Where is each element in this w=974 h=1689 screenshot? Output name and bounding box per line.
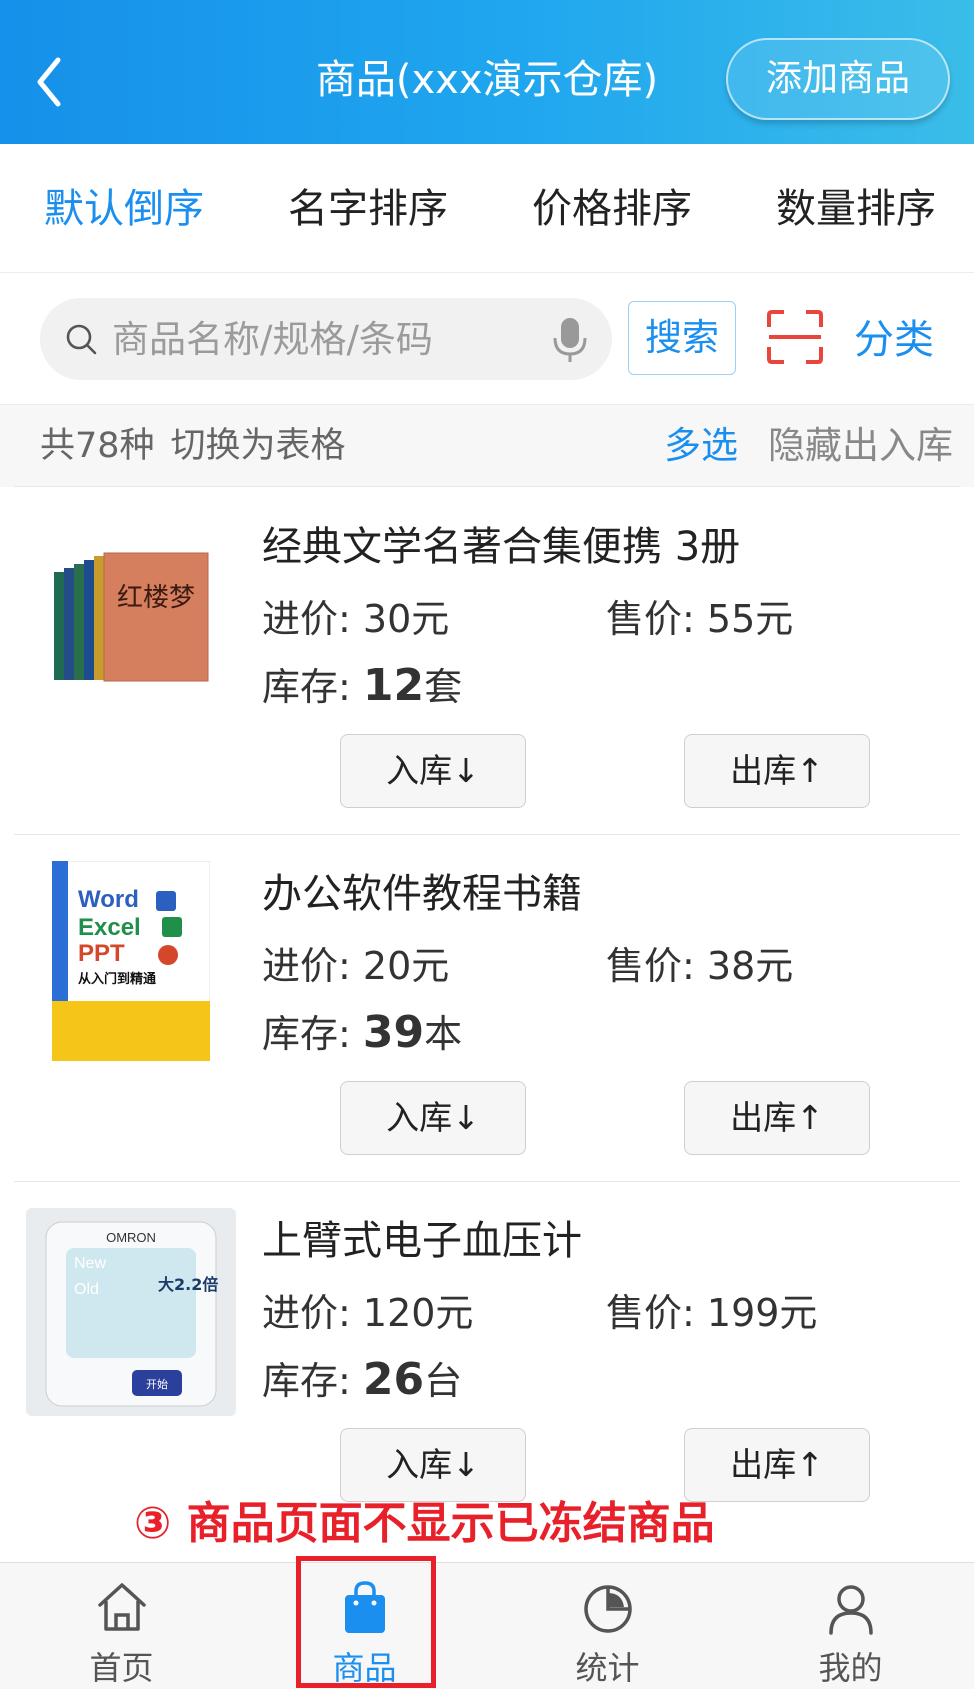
product-image: OMRON New Old 大2.2倍 开始 <box>26 1208 236 1416</box>
product-name: 经典文学名著合集便携 3册 <box>262 524 741 570</box>
product-item[interactable]: Word Excel PPT 从入门到精通 办公软件教程书籍 进价: 20元 售… <box>0 835 974 1182</box>
tab-label: 统计 <box>575 1649 640 1687</box>
tab-sort-price[interactable]: 价格排序 <box>532 184 692 234</box>
cover-text: Word <box>78 886 139 913</box>
tab-statistics[interactable]: 统计 <box>486 1563 729 1689</box>
pie-chart-icon <box>584 1585 632 1633</box>
purchase-price: 进价: 20元 <box>262 944 450 988</box>
device-text: 大2.2倍 <box>158 1275 218 1294</box>
selling-price: 售价: 38元 <box>606 944 794 988</box>
search-button[interactable]: 搜索 <box>628 301 736 375</box>
device-brand: OMRON <box>106 1230 156 1245</box>
tab-default-desc[interactable]: 默认倒序 <box>44 184 204 234</box>
highlight-box <box>296 1556 436 1688</box>
product-count: 共78种 <box>40 426 155 466</box>
cover-text: 从入门到精通 <box>78 971 156 987</box>
sort-tabs: 默认倒序 名字排序 价格排序 数量排序 <box>0 144 974 273</box>
stock-quantity: 库存: 39本 <box>262 1007 463 1058</box>
stock-out-button[interactable]: 出库↑ <box>684 734 870 808</box>
tab-home[interactable]: 首页 <box>0 1563 243 1689</box>
page-title: 商品(xxx演示仓库) <box>315 57 659 103</box>
stock-quantity: 库存: 12套 <box>262 660 463 711</box>
search-input[interactable] <box>112 298 532 380</box>
hide-in-out-link[interactable]: 隐藏出入库 <box>768 421 953 471</box>
product-image: 红楼梦 <box>54 552 209 682</box>
selling-price: 售价: 199元 <box>606 1291 818 1335</box>
product-name: 办公软件教程书籍 <box>262 871 582 917</box>
stock-in-button[interactable]: 入库↓ <box>340 1428 526 1502</box>
category-link[interactable]: 分类 <box>854 313 934 367</box>
cover-text: PPT <box>78 940 125 967</box>
back-arrow-icon[interactable] <box>30 52 70 112</box>
product-name: 上臂式电子血压计 <box>262 1218 582 1264</box>
tab-sort-name[interactable]: 名字排序 <box>288 184 448 234</box>
microphone-icon[interactable] <box>550 316 590 364</box>
product-item[interactable]: 红楼梦 经典文学名著合集便携 3册 进价: 30元 售价: 55元 库存: 12… <box>0 488 974 835</box>
tab-mine[interactable]: 我的 <box>729 1563 972 1689</box>
product-image: Word Excel PPT 从入门到精通 <box>52 861 210 1061</box>
stock-in-button[interactable]: 入库↓ <box>340 1081 526 1155</box>
tab-label: 首页 <box>89 1649 154 1687</box>
selling-price: 售价: 55元 <box>606 597 794 641</box>
multi-select-link[interactable]: 多选 <box>664 421 738 471</box>
tab-label: 我的 <box>818 1649 883 1687</box>
purchase-price: 进价: 120元 <box>262 1291 474 1335</box>
stock-out-button[interactable]: 出库↑ <box>684 1081 870 1155</box>
summary-bar: 共78种 切换为表格 多选 隐藏出入库 <box>0 405 974 487</box>
add-product-button[interactable]: 添加商品 <box>726 38 950 120</box>
purchase-price: 进价: 30元 <box>262 597 450 641</box>
search-icon <box>66 324 97 355</box>
device-text: Old <box>74 1281 99 1298</box>
search-box <box>40 298 612 380</box>
top-bar: 商品(xxx演示仓库) 添加商品 <box>0 0 974 144</box>
stock-quantity: 库存: 26台 <box>262 1354 463 1405</box>
product-item[interactable]: OMRON New Old 大2.2倍 开始 上臂式电子血压计 进价: 120元… <box>0 1182 974 1529</box>
bottom-tab-bar: 首页 商品 统计 我的 <box>0 1562 974 1689</box>
tab-sort-quantity[interactable]: 数量排序 <box>776 184 936 234</box>
device-text: New <box>74 1255 106 1272</box>
annotation-note: ③ 商品页面不显示已冻结商品 <box>134 1498 715 1549</box>
device-text: 开始 <box>146 1377 168 1391</box>
scan-icon[interactable] <box>766 309 824 365</box>
stock-in-button[interactable]: 入库↓ <box>340 734 526 808</box>
home-icon <box>98 1583 146 1631</box>
user-icon <box>829 1585 873 1635</box>
divider <box>14 486 960 487</box>
search-row: 搜索 分类 <box>0 273 974 405</box>
book-cover-title: 红楼梦 <box>117 583 195 613</box>
cover-text: Excel <box>78 914 141 941</box>
stock-out-button[interactable]: 出库↑ <box>684 1428 870 1502</box>
switch-to-table-link[interactable]: 切换为表格 <box>171 426 346 466</box>
